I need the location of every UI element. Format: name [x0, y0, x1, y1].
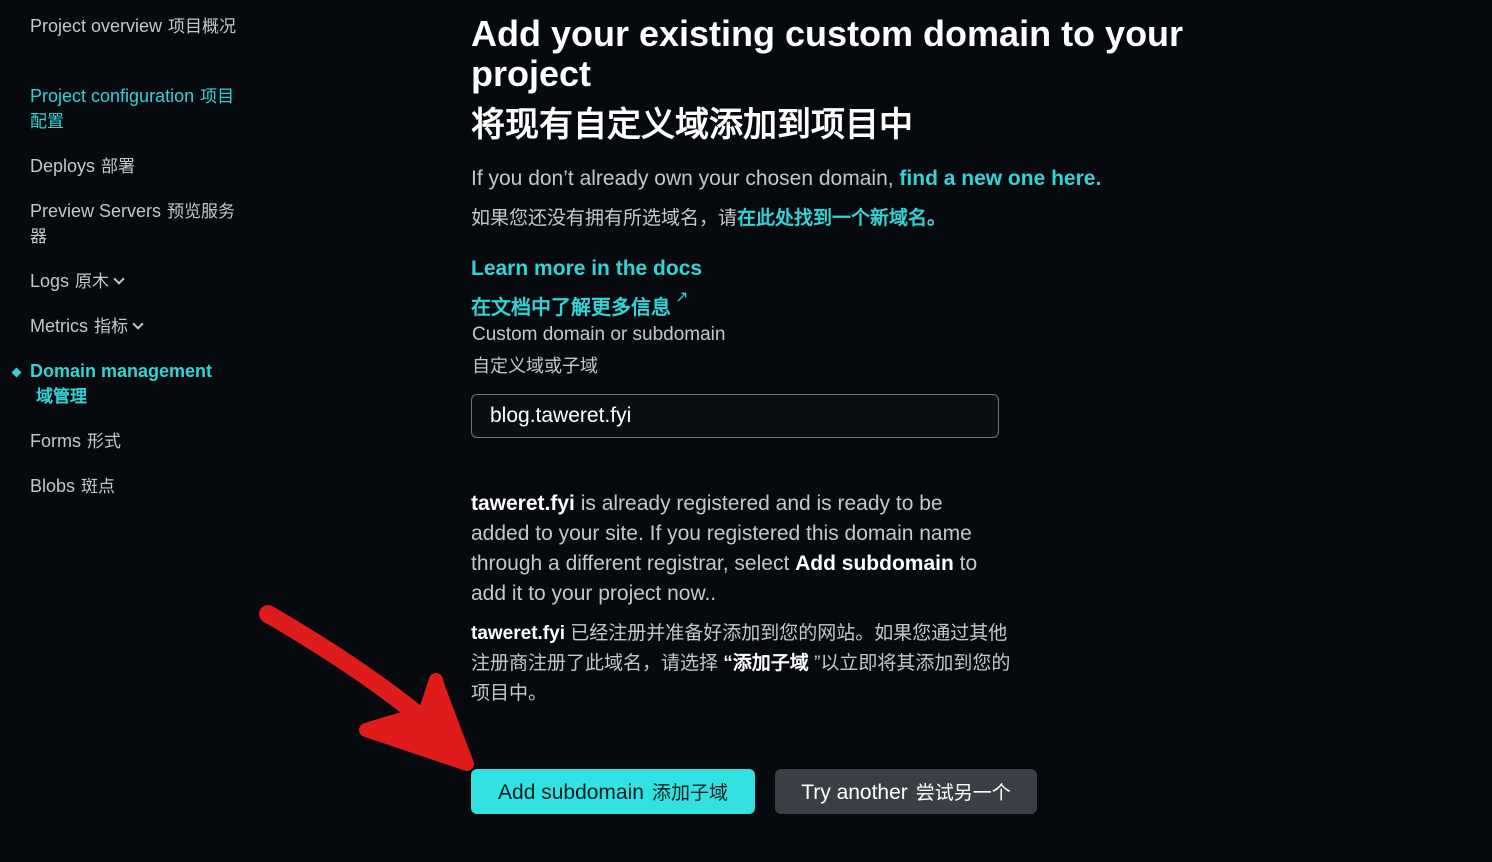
- try-another-label-cn: 尝试另一个: [915, 783, 1011, 804]
- sidebar-item-label-cn: 形式: [87, 432, 121, 451]
- active-marker-icon: [11, 367, 22, 378]
- sidebar-item-logs[interactable]: Logs 原木: [30, 269, 250, 294]
- sidebar-item-label-cn: 原木: [75, 272, 110, 291]
- sidebar-item-label-cn: 域管理: [36, 387, 87, 406]
- page-title-cn: 将现有自定义域添加到项目中: [471, 106, 913, 144]
- sidebar-item-label-cn: 指标: [94, 317, 128, 336]
- docs-link-cn: 在文档中了解更多信息: [471, 297, 671, 319]
- add-subdomain-label-cn: 添加子域: [651, 783, 728, 804]
- sidebar-item-label: Project configuration: [30, 86, 195, 106]
- domain-input[interactable]: [471, 394, 999, 438]
- sidebar-item-deploys[interactable]: Deploys 部署: [30, 154, 250, 179]
- add-subdomain-label: Add subdomain: [498, 781, 644, 804]
- registered-description-cn: taweret.fyi 已经注册并准备好添加到您的网站。如果您通过其他注册商注册…: [471, 619, 1011, 709]
- docs-link[interactable]: Learn more in the docs: [471, 256, 702, 282]
- sidebar-item-label-cn: 斑点: [81, 477, 116, 496]
- page-title: Add your existing custom domain to your …: [471, 13, 1184, 94]
- registered-description: taweret.fyi is already registered and is…: [471, 489, 1006, 609]
- description-domain: taweret.fyi: [471, 492, 575, 515]
- sidebar-item-label-cn: 部署: [101, 157, 136, 176]
- chevron-down-icon: [132, 318, 144, 330]
- description-domain-cn: taweret.fyi: [471, 623, 565, 644]
- find-domain-link-cn[interactable]: 在此处找到一个新域名。: [737, 208, 946, 229]
- sidebar-item-project-configuration[interactable]: Project configuration 项目配置: [30, 84, 250, 134]
- docs-link-cn-wrapper[interactable]: 在文档中了解更多信息 ↗: [471, 289, 688, 324]
- intro-text: If you don’t already own your chosen dom…: [471, 166, 1101, 192]
- sidebar-item-domain-management[interactable]: Domain management 域管理: [30, 359, 220, 409]
- find-domain-link[interactable]: find a new one here.: [899, 167, 1101, 190]
- sidebar-item-blobs[interactable]: Blobs 斑点: [30, 474, 250, 499]
- page: Project overview 项目概况 Project configurati…: [0, 0, 1492, 862]
- sidebar-item-label: Metrics: [30, 316, 88, 336]
- external-link-icon: ↗: [675, 289, 689, 306]
- intro-text-cn: 如果您还没有拥有所选域名，请在此处找到一个新域名。: [471, 206, 946, 232]
- sidebar-item-label: Preview Servers: [30, 201, 162, 221]
- intro-label-cn: 如果您还没有拥有所选域名，请: [471, 208, 738, 229]
- sidebar-item-project-overview[interactable]: Project overview 项目概况: [30, 14, 250, 39]
- sidebar-item-label: Domain management: [30, 361, 213, 381]
- sidebar-item-label-cn: 项目概况: [168, 17, 237, 36]
- try-another-label: Try another: [801, 781, 908, 804]
- chevron-down-icon: [113, 273, 125, 285]
- domain-field-label-cn: 自定义域或子域: [472, 356, 598, 376]
- description-action: Add subdomain: [795, 552, 954, 575]
- domain-field-label: Custom domain or subdomain: [472, 324, 726, 345]
- sidebar-item-metrics[interactable]: Metrics 指标: [30, 314, 250, 339]
- sidebar-item-label: Deploys: [30, 156, 96, 176]
- sidebar-item-preview-servers[interactable]: Preview Servers 预览服务器: [30, 199, 250, 249]
- try-another-button[interactable]: Try another 尝试另一个: [775, 769, 1037, 814]
- intro-label: If you don’t already own your chosen dom…: [471, 167, 900, 190]
- add-subdomain-button[interactable]: Add subdomain 添加子域: [471, 769, 755, 814]
- sidebar-item-label: Project overview: [30, 16, 163, 36]
- sidebar-item-label: Logs: [30, 271, 70, 291]
- sidebar-item-label: Forms: [30, 431, 81, 451]
- description-action-cn: “添加子域: [723, 653, 809, 674]
- sidebar-item-label: Blobs: [30, 476, 76, 496]
- sidebar-item-forms[interactable]: Forms 形式: [30, 429, 250, 454]
